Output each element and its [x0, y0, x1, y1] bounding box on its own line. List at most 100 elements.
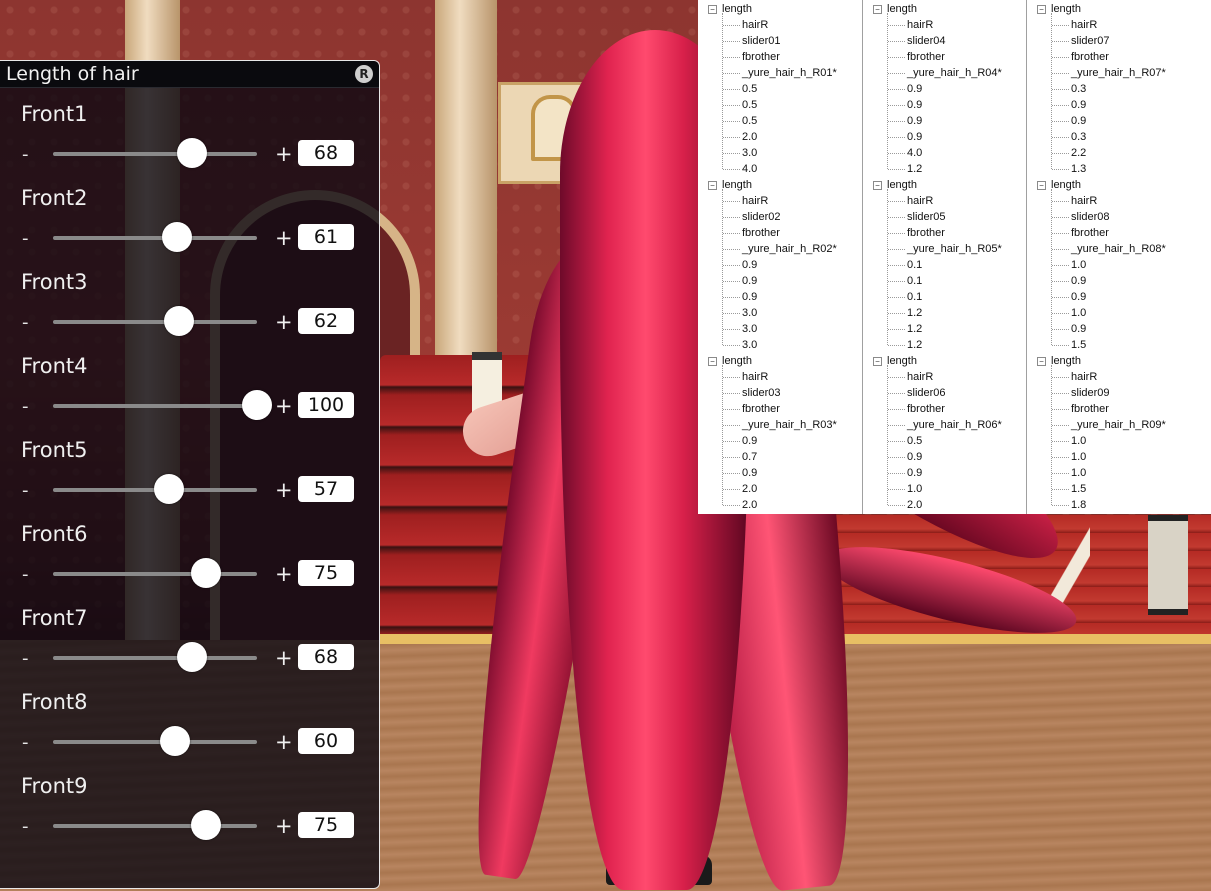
slider-handle[interactable] — [164, 306, 195, 336]
slider-handle[interactable] — [191, 810, 221, 840]
tree-node[interactable]: 0.5 — [742, 113, 757, 129]
collapse-toggle-icon[interactable]: − — [1037, 180, 1046, 190]
decrement-button[interactable]: - — [22, 312, 29, 333]
tree-node[interactable]: 0.9 — [907, 97, 922, 113]
tree-node[interactable]: 0.3 — [1071, 129, 1086, 145]
tree-node[interactable]: 0.9 — [742, 289, 757, 305]
value-input[interactable]: 62 — [298, 308, 354, 334]
slider-track[interactable] — [53, 740, 257, 744]
collapse-toggle-icon[interactable]: − — [708, 180, 717, 190]
tree-node[interactable]: 0.1 — [907, 289, 922, 305]
slider-handle[interactable] — [242, 390, 272, 420]
decrement-button[interactable]: - — [22, 396, 29, 417]
tree-node[interactable]: slider03 — [742, 385, 781, 401]
tree-node[interactable]: 0.9 — [907, 113, 922, 129]
tree-node[interactable]: hairR — [742, 369, 768, 385]
tree-node[interactable]: hairR — [742, 17, 768, 33]
tree-node[interactable]: fbrother — [1071, 401, 1109, 417]
value-input[interactable]: 61 — [298, 224, 354, 250]
slider-handle[interactable] — [176, 138, 207, 168]
increment-button[interactable]: + — [275, 394, 293, 418]
tree-node-root[interactable]: − length — [1037, 177, 1081, 193]
tree-node[interactable]: hairR — [907, 17, 933, 33]
tree-node[interactable]: fbrother — [1071, 49, 1109, 65]
collapse-toggle-icon[interactable]: − — [873, 180, 882, 190]
tree-node[interactable]: hairR — [907, 193, 933, 209]
tree-node[interactable]: 0.9 — [742, 257, 757, 273]
tree-node[interactable]: slider02 — [742, 209, 781, 225]
tree-node-root[interactable]: − length — [873, 177, 917, 193]
slider-handle[interactable] — [154, 474, 185, 504]
collapse-toggle-icon[interactable]: − — [873, 356, 882, 366]
slider-track[interactable] — [53, 320, 257, 324]
slider-handle[interactable] — [160, 726, 191, 756]
decrement-button[interactable]: - — [22, 480, 29, 501]
decrement-button[interactable]: - — [22, 228, 29, 249]
tree-node[interactable]: 2.0 — [742, 481, 757, 497]
tree-node[interactable]: 3.0 — [742, 337, 757, 353]
decrement-button[interactable]: - — [22, 564, 29, 585]
tree-node[interactable]: 1.0 — [1071, 465, 1086, 481]
tree-node[interactable]: slider06 — [907, 385, 946, 401]
tree-node[interactable]: fbrother — [1071, 225, 1109, 241]
value-input[interactable]: 68 — [298, 644, 354, 670]
tree-node[interactable]: hairR — [742, 193, 768, 209]
increment-button[interactable]: + — [275, 562, 293, 586]
tree-node-root[interactable]: − length — [873, 1, 917, 17]
tree-node[interactable]: 1.0 — [907, 481, 922, 497]
tree-node[interactable]: fbrother — [742, 225, 780, 241]
value-input[interactable]: 60 — [298, 728, 354, 754]
tree-node[interactable]: 1.5 — [1071, 337, 1086, 353]
value-input[interactable]: 57 — [298, 476, 354, 502]
tree-node[interactable]: 2.0 — [907, 497, 922, 513]
value-input[interactable]: 100 — [298, 392, 354, 418]
tree-node[interactable]: slider05 — [907, 209, 946, 225]
tree-node[interactable]: _yure_hair_h_R03* — [742, 417, 837, 433]
tree-node[interactable]: 1.2 — [907, 161, 922, 177]
tree-node[interactable]: 0.3 — [1071, 81, 1086, 97]
slider-track[interactable] — [53, 824, 257, 828]
tree-node[interactable]: fbrother — [742, 401, 780, 417]
slider-track[interactable] — [53, 152, 257, 156]
increment-button[interactable]: + — [275, 310, 293, 334]
increment-button[interactable]: + — [275, 646, 293, 670]
collapse-toggle-icon[interactable]: − — [708, 4, 717, 14]
collapse-toggle-icon[interactable]: − — [708, 356, 717, 366]
tree-node[interactable]: hairR — [1071, 193, 1097, 209]
tree-node-root[interactable]: − length — [1037, 353, 1081, 369]
tree-node[interactable]: 4.0 — [907, 145, 922, 161]
tree-node[interactable]: _yure_hair_h_R08* — [1071, 241, 1166, 257]
increment-button[interactable]: + — [275, 730, 293, 754]
tree-node[interactable]: slider08 — [1071, 209, 1110, 225]
tree-node[interactable]: _yure_hair_h_R05* — [907, 241, 1002, 257]
tree-node[interactable]: fbrother — [907, 401, 945, 417]
slider-track[interactable] — [53, 236, 257, 240]
increment-button[interactable]: + — [275, 226, 293, 250]
collapse-toggle-icon[interactable]: − — [1037, 356, 1046, 366]
tree-node[interactable]: 1.3 — [1071, 161, 1086, 177]
tree-node[interactable]: 1.5 — [1071, 481, 1086, 497]
tree-node[interactable]: 1.2 — [907, 305, 922, 321]
tree-node[interactable]: slider01 — [742, 33, 781, 49]
tree-node[interactable]: 1.0 — [1071, 257, 1086, 273]
tree-node[interactable]: 1.0 — [1071, 449, 1086, 465]
tree-node[interactable]: 3.0 — [742, 145, 757, 161]
tree-node-root[interactable]: − length — [873, 353, 917, 369]
tree-node[interactable]: 3.0 — [742, 321, 757, 337]
tree-node[interactable]: 1.2 — [907, 321, 922, 337]
collapse-toggle-icon[interactable]: − — [873, 4, 882, 14]
collapse-toggle-icon[interactable]: − — [1037, 4, 1046, 14]
tree-node[interactable]: _yure_hair_h_R02* — [742, 241, 837, 257]
slider-track[interactable] — [53, 404, 257, 408]
tree-node[interactable]: 0.9 — [907, 449, 922, 465]
tree-node[interactable]: 0.9 — [907, 465, 922, 481]
tree-node[interactable]: slider09 — [1071, 385, 1110, 401]
tree-node[interactable]: 0.9 — [1071, 97, 1086, 113]
reset-button[interactable]: R — [355, 65, 373, 83]
value-input[interactable]: 75 — [298, 812, 354, 838]
decrement-button[interactable]: - — [22, 732, 29, 753]
slider-track[interactable] — [53, 656, 257, 660]
tree-node[interactable]: hairR — [1071, 17, 1097, 33]
tree-node[interactable]: 0.9 — [1071, 273, 1086, 289]
slider-handle[interactable] — [191, 558, 221, 588]
